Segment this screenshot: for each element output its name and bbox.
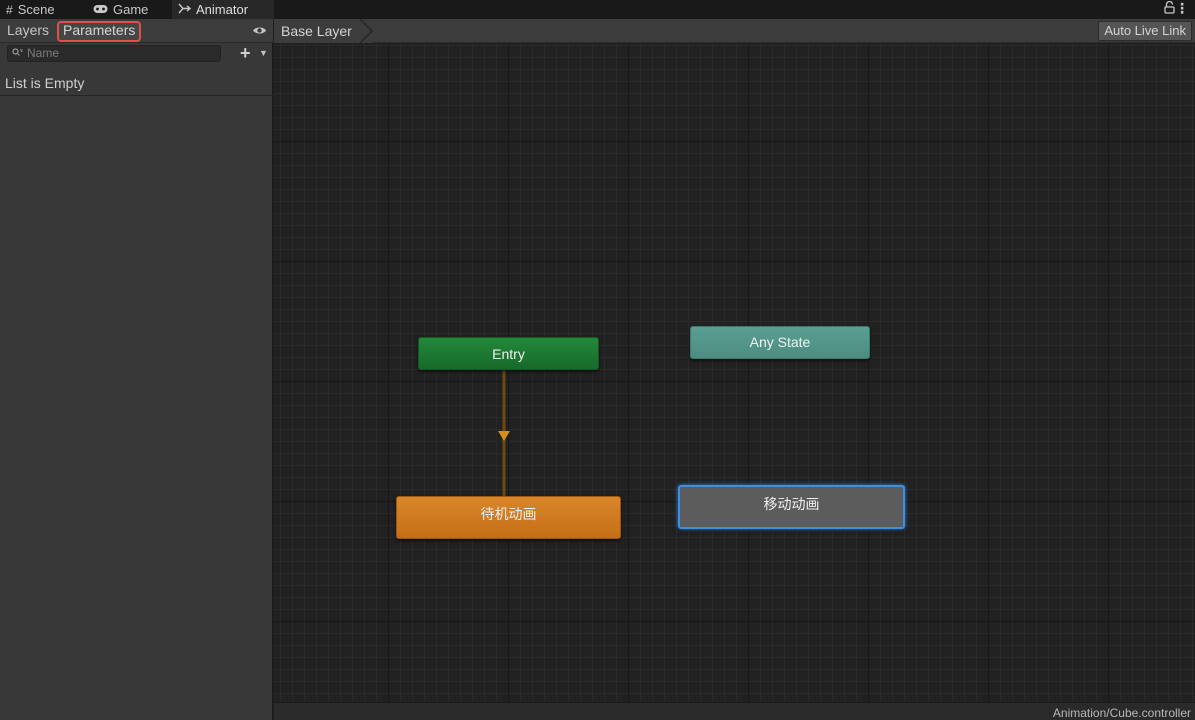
tab-game-label: Game [113, 2, 149, 17]
state-entry-label: Entry [492, 345, 525, 362]
tab-parameters[interactable]: Parameters [57, 21, 142, 42]
auto-live-link-button[interactable]: Auto Live Link [1098, 21, 1192, 41]
tab-game[interactable]: Game [87, 0, 167, 19]
animator-graph-canvas[interactable] [274, 19, 1195, 720]
lock-icon[interactable] [1164, 0, 1175, 17]
search-icon [12, 46, 23, 61]
eye-icon[interactable] [252, 23, 267, 38]
search-input[interactable]: Name [7, 45, 221, 62]
grid-icon: # [6, 2, 13, 17]
tab-layers[interactable]: Layers [4, 22, 52, 41]
tab-scene[interactable]: # Scene [0, 0, 82, 19]
more-options-icon[interactable]: ⋮ [1175, 0, 1189, 17]
state-any-state[interactable]: Any State [690, 326, 870, 359]
parameter-search-row: Name + ▼ [0, 43, 273, 65]
state-entry[interactable]: Entry [418, 337, 599, 370]
tab-scene-label: Scene [17, 2, 55, 17]
graph-toolbar: Base Layer Auto Live Link [274, 19, 1195, 43]
state-idle-label: 待机动画 [480, 506, 537, 522]
state-move-selected[interactable]: 移动动画 [678, 485, 905, 529]
animator-icon [178, 3, 192, 16]
empty-list-message: List is Empty [0, 72, 273, 96]
search-placeholder: Name [27, 46, 60, 60]
state-idle-default[interactable]: 待机动画 [396, 496, 621, 539]
controller-path: Animation/Cube.controller [1052, 706, 1191, 720]
tab-animator[interactable]: Animator [172, 0, 274, 19]
chevron-down-icon[interactable]: ▼ [259, 48, 268, 58]
add-parameter-button[interactable]: + [240, 44, 251, 62]
breadcrumb-arrow-icon [360, 19, 374, 43]
state-any-state-label: Any State [749, 334, 811, 350]
left-panel: Layers Parameters Name + ▼ List is Empty [0, 19, 273, 720]
tab-animator-label: Animator [196, 2, 249, 17]
left-panel-header: Layers Parameters [0, 19, 273, 43]
window-tab-bar: # Scene Game Animator ⋮ [0, 0, 1195, 19]
status-bar: Animation/Cube.controller [274, 702, 1195, 720]
gamepad-icon [93, 4, 108, 16]
breadcrumb-base-layer[interactable]: Base Layer [274, 19, 372, 43]
state-move-label: 移动动画 [763, 496, 820, 512]
